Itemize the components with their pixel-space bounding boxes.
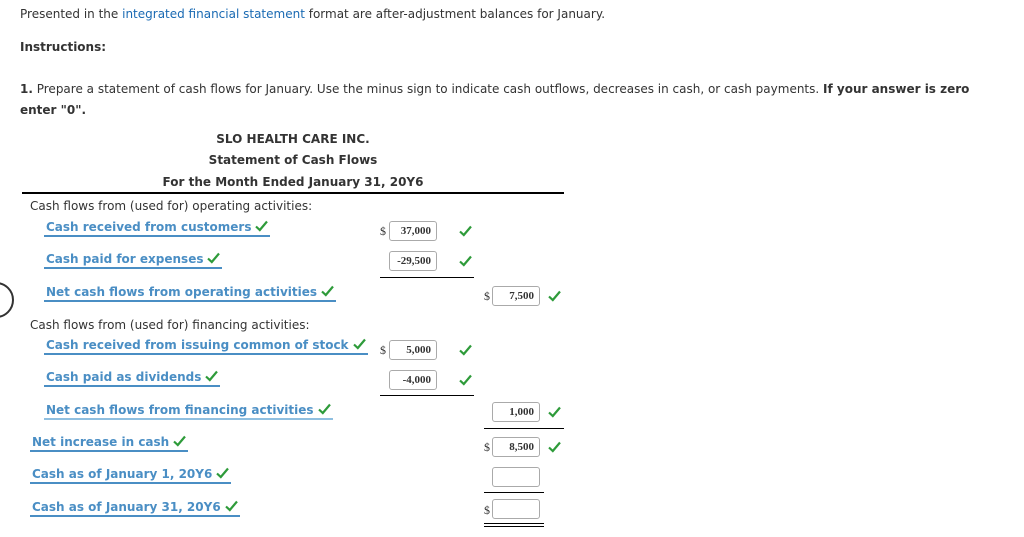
question-text: 1. Prepare a statement of cash flows for… [20, 79, 1010, 121]
account-select-issuing-stock[interactable]: Cash received from issuing common of sto… [44, 338, 368, 355]
amount-input-net-operating[interactable]: 7,500 [492, 286, 540, 306]
account-label: Cash as of January 1, 20Y6 [32, 467, 213, 481]
account-label: Cash as of January 31, 20Y6 [32, 500, 221, 514]
subtotal-rule [380, 395, 474, 396]
total-rule [484, 428, 564, 429]
question-body: Prepare a statement of cash flows for Ja… [32, 82, 824, 96]
account-label: Net cash flows from operating activities [46, 285, 318, 299]
double-rule-bottom [484, 526, 544, 527]
account-label: Cash paid for expenses [46, 252, 204, 266]
account-select-dividends[interactable]: Cash paid as dividends [44, 370, 221, 387]
account-select-cash-ending[interactable]: Cash as of January 31, 20Y6 [30, 500, 240, 517]
amount-input-cash-received-customers[interactable]: 37,000 [389, 221, 437, 241]
check-icon [459, 255, 472, 267]
check-icon [548, 290, 561, 302]
amount-input-cash-ending[interactable] [492, 499, 540, 519]
check-icon [255, 220, 269, 232]
dollar-sign: $ [484, 289, 490, 303]
financing-heading: Cash flows from (used for) financing act… [30, 318, 310, 332]
amount-input-cash-paid-expenses[interactable]: -29,500 [389, 251, 437, 271]
account-select-net-operating[interactable]: Net cash flows from operating activities [44, 285, 337, 302]
check-icon [216, 467, 230, 479]
account-label: Cash received from customers [46, 220, 252, 234]
account-label: Net increase in cash [32, 435, 170, 449]
account-select-cash-paid-expenses[interactable]: Cash paid for expenses [44, 252, 223, 269]
subtotal-rule [380, 277, 474, 278]
dollar-sign: $ [484, 440, 490, 454]
header-rule [22, 192, 564, 194]
subtotal-rule [484, 492, 544, 493]
check-icon [548, 441, 561, 453]
circle-marker-icon [0, 282, 14, 318]
instructions-heading: Instructions: [20, 40, 107, 54]
check-icon [459, 344, 472, 356]
check-icon [352, 338, 366, 350]
amount-input-net-increase[interactable]: 8,500 [492, 437, 540, 457]
check-icon [205, 370, 219, 382]
integrated-statement-link[interactable]: integrated financial statement [122, 7, 305, 21]
amount-input-issuing-stock[interactable]: 5,000 [389, 340, 437, 360]
check-icon [207, 252, 221, 264]
double-rule-top [484, 523, 544, 524]
check-icon [548, 406, 561, 418]
dollar-sign: $ [380, 343, 386, 357]
intro-text: Presented in the integrated financial st… [20, 7, 605, 21]
intro-text-after: format are after-adjustment balances for… [304, 7, 606, 21]
account-select-cash-beginning[interactable]: Cash as of January 1, 20Y6 [30, 467, 232, 484]
amount-input-dividends[interactable]: -4,000 [389, 370, 437, 390]
amount-input-net-financing[interactable]: 1,000 [492, 402, 540, 422]
check-icon [317, 403, 331, 415]
account-label: Cash paid as dividends [46, 370, 202, 384]
check-icon [173, 435, 187, 447]
company-name: SLO HEALTH CARE INC. [216, 132, 370, 146]
check-icon [224, 500, 238, 512]
account-label: Net cash flows from financing activities [46, 403, 314, 417]
account-select-net-financing[interactable]: Net cash flows from financing activities [44, 403, 333, 420]
statement-period: For the Month Ended January 31, 20Y6 [162, 175, 424, 189]
check-icon [321, 285, 334, 297]
amount-input-cash-beginning[interactable] [492, 467, 540, 487]
statement-title: Statement of Cash Flows [208, 153, 378, 167]
dollar-sign: $ [380, 224, 386, 238]
account-label: Cash received from issuing common of sto… [46, 338, 349, 352]
question-number: 1. [20, 82, 33, 96]
account-select-cash-received-customers[interactable]: Cash received from customers [44, 220, 271, 237]
intro-text-before: Presented in the [20, 7, 123, 21]
check-icon [459, 225, 472, 237]
check-icon [459, 374, 472, 386]
account-select-net-increase[interactable]: Net increase in cash [30, 435, 189, 452]
operating-heading: Cash flows from (used for) operating act… [30, 199, 313, 213]
dollar-sign: $ [484, 503, 490, 517]
